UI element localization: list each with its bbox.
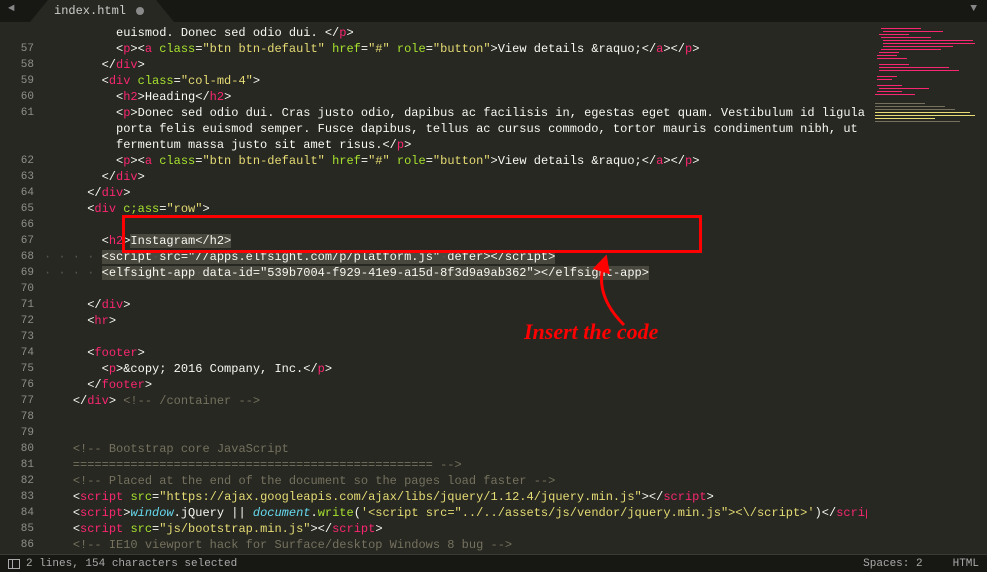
- annotation-text: Insert the code: [524, 324, 658, 340]
- minimap-content-icon: [871, 26, 983, 226]
- syntax-status[interactable]: HTML: [953, 558, 979, 570]
- selection-status: 2 lines, 154 characters selected: [26, 558, 237, 570]
- status-bar: 2 lines, 154 characters selected Spaces:…: [0, 554, 987, 572]
- title-bar: ◄ index.html ▼: [0, 0, 987, 22]
- minimap[interactable]: [867, 22, 987, 554]
- chevron-left-icon[interactable]: ◄: [8, 3, 15, 15]
- panel-layout-icon[interactable]: [8, 559, 20, 569]
- indent-status[interactable]: Spaces: 2: [863, 558, 922, 570]
- editor-area: 5758596061626364656667686970717273747576…: [0, 22, 987, 554]
- file-tab[interactable]: index.html: [48, 0, 156, 22]
- tab-edge: [156, 0, 174, 22]
- code-area[interactable]: euismod. Donec sed odio dui. </p> <p><a …: [44, 22, 867, 554]
- tab-edge: [30, 0, 48, 22]
- tab-filename: index.html: [54, 4, 126, 18]
- chevron-down-icon[interactable]: ▼: [970, 3, 977, 15]
- modified-indicator-icon: [136, 7, 144, 15]
- line-gutter[interactable]: 5758596061626364656667686970717273747576…: [0, 22, 44, 554]
